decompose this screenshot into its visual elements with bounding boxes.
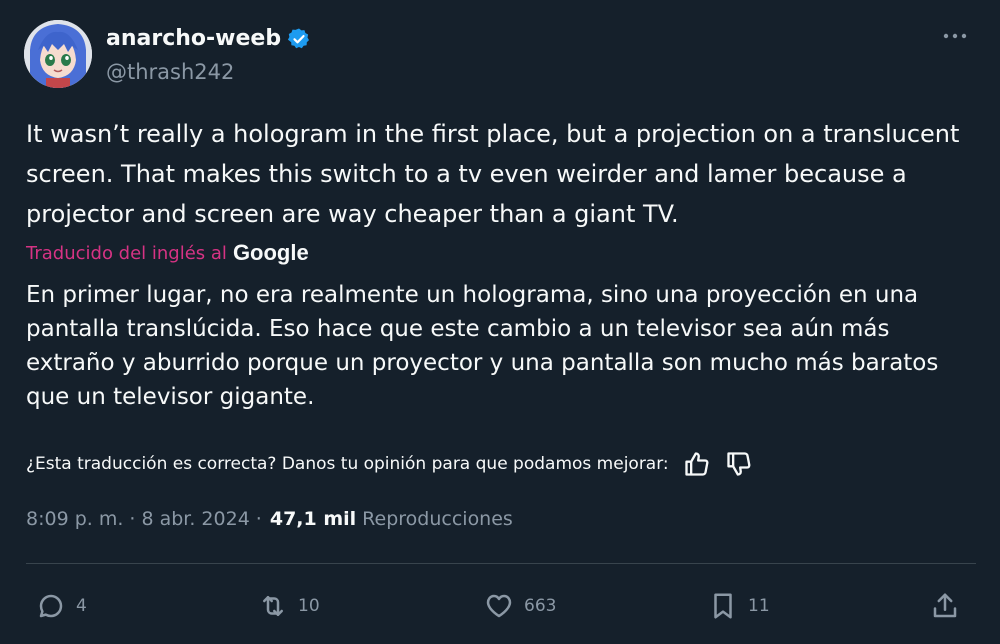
share-icon <box>933 593 957 618</box>
more-options-icon[interactable] <box>940 26 970 46</box>
display-name[interactable]: anarcho-weeb <box>106 26 281 51</box>
bookmark-icon <box>714 593 732 619</box>
views-count[interactable]: 47,1 mil <box>270 508 356 530</box>
meta-separator: · <box>255 508 262 530</box>
thumbs-up-icon[interactable] <box>683 450 711 478</box>
reply-icon <box>39 594 63 618</box>
like-count: 663 <box>524 596 557 616</box>
translation-feedback: ¿Esta traducción es correcta? Danos tu o… <box>26 448 753 480</box>
user-handle[interactable]: @thrash242 <box>106 60 234 84</box>
verified-badge-icon <box>287 27 311 51</box>
retweet-button[interactable]: 10 <box>258 584 320 628</box>
action-bar: 4 10 663 11 <box>26 584 976 628</box>
bookmark-count: 11 <box>748 596 770 616</box>
like-icon <box>486 594 512 618</box>
google-logo: Google <box>232 240 309 265</box>
like-button[interactable]: 663 <box>484 584 556 628</box>
retweet-count: 10 <box>298 596 320 616</box>
reply-button[interactable]: 4 <box>36 584 87 628</box>
retweet-icon <box>263 596 283 616</box>
bookmark-button[interactable]: 11 <box>708 584 770 628</box>
translated-text: En primer lugar, no era realmente un hol… <box>26 282 939 410</box>
tweet-date[interactable]: 8 abr. 2024 <box>141 508 249 530</box>
views-label: Reproducciones <box>362 508 513 530</box>
share-button[interactable] <box>930 584 960 628</box>
feedback-prompt: ¿Esta traducción es correcta? Danos tu o… <box>26 454 669 474</box>
tweet-header: anarcho-weeb @thrash242 <box>24 20 976 88</box>
tweet-text: It wasn’t really a hologram in the first… <box>26 120 960 228</box>
meta-separator: · <box>129 508 136 530</box>
tweet-meta: 8:09 p. m. · 8 abr. 2024 · 47,1 mil Repr… <box>26 508 513 530</box>
reply-count: 4 <box>76 596 87 616</box>
tweet-time[interactable]: 8:09 p. m. <box>26 508 123 530</box>
thumbs-down-icon[interactable] <box>725 450 753 478</box>
translation-attribution: Traducido del inglés al Google <box>26 236 309 270</box>
divider <box>26 563 976 564</box>
avatar[interactable] <box>24 20 92 88</box>
translated-label[interactable]: Traducido del inglés al <box>26 243 227 264</box>
